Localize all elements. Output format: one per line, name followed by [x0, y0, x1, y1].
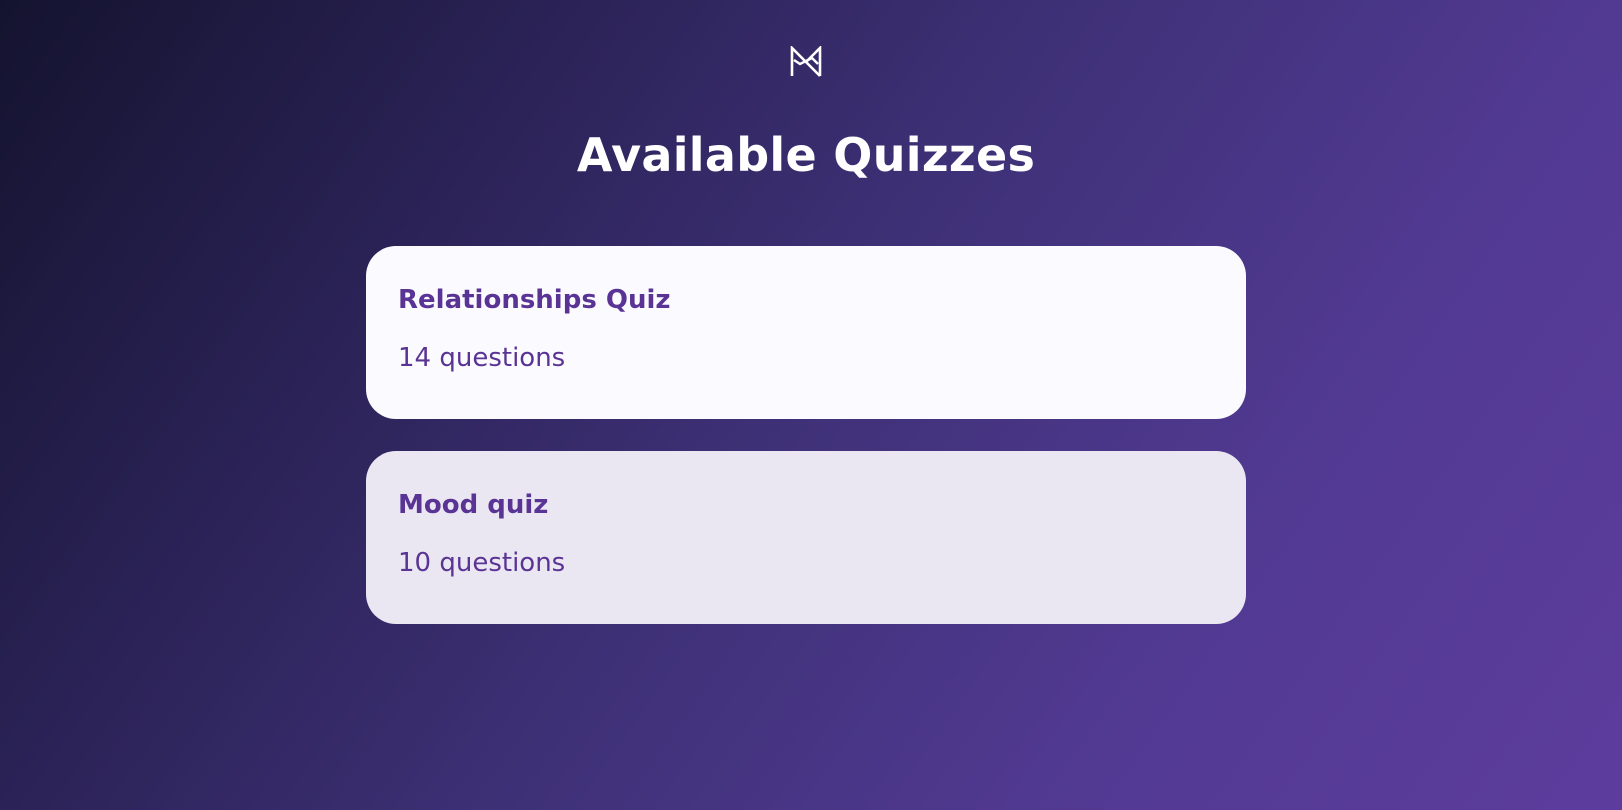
quiz-list: Relationships Quiz 14 questions Mood qui… [366, 246, 1246, 656]
quiz-card-mood[interactable]: Mood quiz 10 questions [366, 451, 1246, 624]
quiz-question-count: 10 questions [398, 548, 566, 578]
quiz-name: Relationships Quiz [398, 285, 671, 315]
quiz-card-relationships[interactable]: Relationships Quiz 14 questions [366, 246, 1246, 419]
n-logo-icon [790, 46, 822, 77]
quiz-name: Mood quiz [398, 490, 549, 520]
quiz-question-count: 14 questions [398, 343, 566, 373]
page-title: Available Quizzes [576, 128, 1036, 182]
